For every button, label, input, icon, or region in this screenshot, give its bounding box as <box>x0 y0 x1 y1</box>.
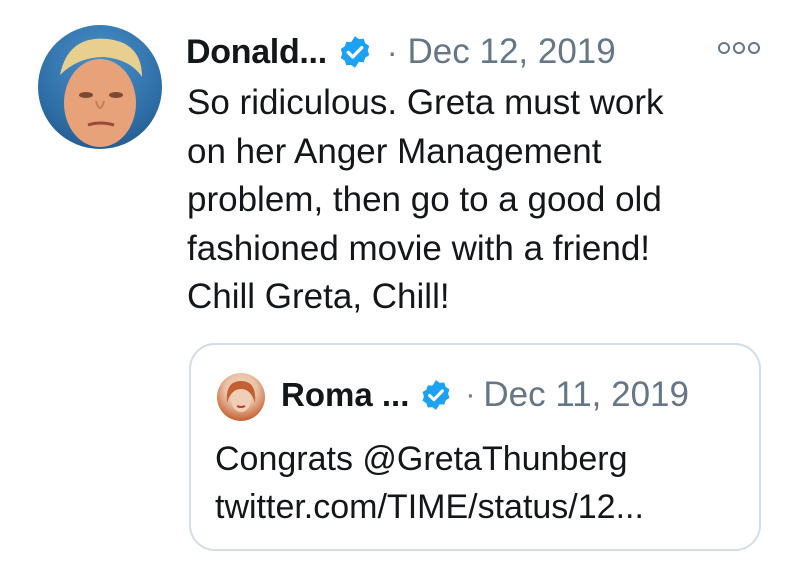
tweet-header: Donald... · Dec 12, 2019 <box>186 26 616 78</box>
verified-badge-icon <box>337 34 373 70</box>
avatar[interactable] <box>38 25 162 149</box>
verified-badge-icon <box>419 378 453 412</box>
quoted-tweet-text: Congrats @GretaThunberg twitter.com/TIME… <box>215 440 644 526</box>
quoted-tweet-header: Roma ... · Dec 11, 2019 <box>281 369 689 421</box>
tweet-text: So ridiculous. Greta must work on her An… <box>187 83 664 316</box>
tweet-date[interactable]: Dec 12, 2019 <box>408 32 616 72</box>
avatar-portrait-icon <box>60 38 142 147</box>
quoted-avatar-portrait-icon <box>226 381 256 412</box>
separator-dot: · <box>465 378 476 411</box>
quoted-author-name[interactable]: Roma ... <box>281 376 409 414</box>
quoted-tweet-date[interactable]: Dec 11, 2019 <box>483 375 689 415</box>
separator-dot: · <box>386 33 398 70</box>
quoted-avatar[interactable] <box>217 373 265 421</box>
quoted-tweet-card[interactable]: Roma ... · Dec 11, 2019 Congrats @GretaT… <box>189 343 761 551</box>
author-name[interactable]: Donald... <box>186 33 327 72</box>
more-options-icon[interactable] <box>716 40 762 56</box>
